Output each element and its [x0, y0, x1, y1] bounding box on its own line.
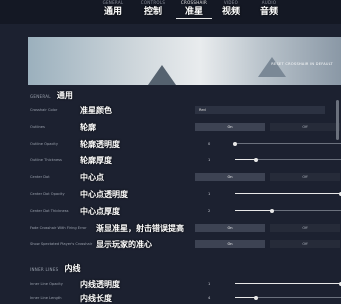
reset-crosshair-link[interactable]: RESET CROSSHAIR IN DEFAULT — [271, 62, 333, 66]
setting-label-translation: 中心点透明度 — [80, 190, 128, 199]
setting-label: Outline Thickness — [30, 158, 62, 162]
setting-label: Crosshair Color — [30, 108, 58, 112]
setting-label-translation: 轮廓透明度 — [80, 140, 120, 149]
show-spectated-on-button[interactable]: On — [195, 240, 265, 248]
center-dot-thickness-value: 2 — [208, 209, 211, 213]
setting-label: Inner Line Opacity — [30, 282, 63, 286]
setting-label: Fade Crosshair With Firing Error — [30, 226, 87, 230]
setting-row-inner-line-opacity: Inner Line Opacity 内线透明度 1 — [30, 280, 341, 290]
section-title: GENERAL — [30, 94, 51, 99]
center-dot-thickness-slider[interactable] — [235, 208, 341, 213]
show-spectated-off-button[interactable]: Off — [270, 240, 340, 248]
section-title-translation: 通用 — [56, 91, 73, 100]
section-title: INNER LINES — [30, 267, 59, 272]
setting-label-translation: 内线长度 — [80, 294, 112, 303]
outlines-on-button[interactable]: On — [195, 123, 265, 131]
setting-row-outline-opacity: Outline Opacity 轮廓透明度 0 — [30, 140, 341, 150]
slider-handle[interactable] — [233, 141, 237, 146]
tab-controls[interactable]: CONTROLS 控制 — [136, 0, 170, 18]
center-dot-opacity-value: 1 — [208, 192, 211, 196]
setting-row-center-dot: Center Dot 中心点 On Off — [30, 173, 341, 183]
setting-label-translation: 渐显准星，射击错误提高 — [96, 224, 184, 233]
setting-row-crosshair-color: Crosshair Color 准星颜色 Red — [30, 106, 341, 116]
setting-label: Show Spectated Player's Crosshair — [30, 242, 93, 246]
tab-video-translation: 视频 — [221, 7, 240, 17]
outline-thickness-value: 1 — [208, 158, 211, 162]
tab-video[interactable]: VIDEO 视频 — [218, 0, 244, 18]
inner-line-length-slider[interactable] — [235, 295, 341, 300]
setting-label-translation: 轮廓厚度 — [80, 156, 112, 165]
crosshair-preview: RESET CROSSHAIR IN DEFAULT — [28, 37, 341, 85]
inner-lines-section-header: INNER LINES 内线 — [30, 263, 81, 274]
inner-line-opacity-value: 1 — [208, 282, 211, 286]
setting-label-translation: 中心点厚度 — [80, 207, 120, 216]
outline-opacity-value: 0 — [208, 142, 211, 146]
setting-label: Center Dot Opacity — [30, 192, 65, 196]
setting-label: Outline Opacity — [30, 142, 58, 146]
setting-row-outlines: Outlines 轮廓 On Off — [30, 123, 341, 133]
top-navigation: GENERAL 通用 CONTROLS 控制 CROSSHAIR 准星 VIDE… — [0, 0, 341, 24]
setting-label-translation: 内线透明度 — [80, 280, 120, 289]
setting-row-show-spectated-crosshair: Show Spectated Player's Crosshair 显示玩家的准… — [30, 240, 341, 250]
setting-label-translation: 轮廓 — [80, 123, 96, 132]
setting-row-outline-thickness: Outline Thickness 轮廓厚度 1 — [30, 156, 341, 166]
outline-opacity-slider[interactable] — [233, 141, 341, 146]
setting-label: Center Dot — [30, 175, 50, 179]
slider-handle[interactable] — [254, 157, 259, 162]
setting-row-center-dot-thickness: Center Dot Thickness 中心点厚度 2 — [30, 207, 341, 217]
tab-crosshair[interactable]: CROSSHAIR 准星 — [176, 0, 212, 19]
setting-label: Outlines — [30, 125, 45, 129]
general-section-header: GENERAL 通用 — [30, 90, 73, 101]
center-dot-on-button[interactable]: On — [195, 173, 265, 181]
mountain-decoration — [148, 65, 176, 85]
tab-general-translation: 通用 — [103, 7, 122, 17]
inner-line-opacity-slider[interactable] — [235, 281, 341, 286]
mountain-decoration — [258, 57, 286, 77]
tab-audio[interactable]: AUDIO 音频 — [254, 0, 284, 18]
center-dot-opacity-slider[interactable] — [235, 191, 341, 196]
setting-label-translation: 显示玩家的准心 — [96, 240, 152, 249]
inner-line-length-value: 4 — [208, 296, 211, 300]
setting-label: Inner Line Length — [30, 296, 62, 300]
setting-label-translation: 准星颜色 — [80, 106, 112, 115]
setting-row-center-dot-opacity: Center Dot Opacity 中心点透明度 1 — [30, 190, 341, 200]
tab-controls-translation: 控制 — [143, 7, 162, 17]
scrollbar[interactable] — [336, 100, 339, 140]
fade-crosshair-off-button[interactable]: Off — [270, 224, 340, 232]
slider-handle[interactable] — [254, 295, 259, 300]
section-title-translation: 内线 — [64, 264, 81, 273]
tab-audio-translation: 音频 — [259, 7, 278, 17]
crosshair-color-select[interactable]: Red — [195, 106, 325, 114]
slider-handle[interactable] — [270, 208, 275, 213]
fade-crosshair-on-button[interactable]: On — [195, 224, 265, 232]
setting-row-fade-crosshair: Fade Crosshair With Firing Error 渐显准星，射击… — [30, 224, 341, 234]
setting-label: Center Dot Thickness — [30, 209, 69, 213]
outlines-off-button[interactable]: Off — [270, 123, 340, 131]
center-dot-off-button[interactable]: Off — [270, 173, 340, 181]
tab-crosshair-translation: 准星 — [184, 7, 203, 17]
crosshair-color-value: Red — [199, 108, 206, 112]
setting-label-translation: 中心点 — [80, 173, 104, 182]
tab-general[interactable]: GENERAL 通用 — [98, 0, 128, 18]
outline-thickness-slider[interactable] — [235, 157, 341, 162]
